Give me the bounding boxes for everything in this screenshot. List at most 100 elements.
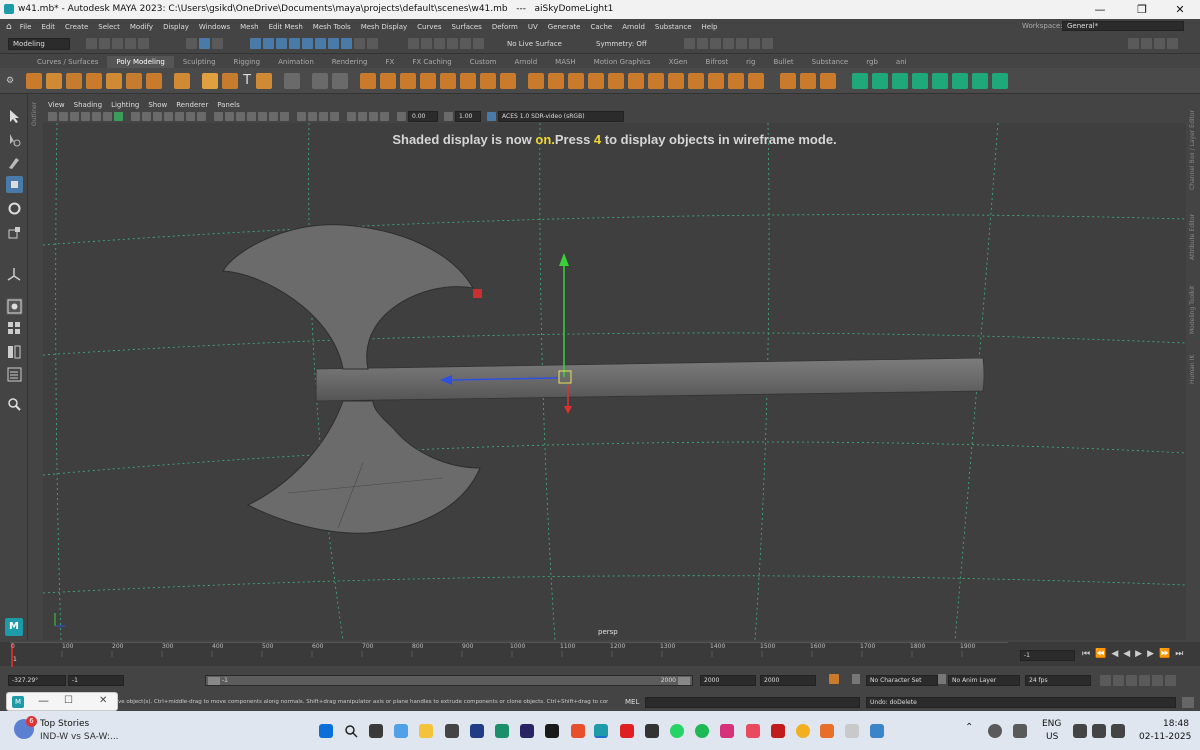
maximize-button[interactable]: ❐ xyxy=(1122,0,1162,19)
multi-cut-icon[interactable] xyxy=(528,72,545,89)
location-icon[interactable] xyxy=(1013,724,1027,738)
redo-icon[interactable] xyxy=(138,38,149,49)
snap-curve-icon[interactable] xyxy=(421,38,432,49)
menu-mesh-tools[interactable]: Mesh Tools xyxy=(313,23,351,31)
exposure-icon[interactable] xyxy=(397,112,406,121)
shelf-tab-rendering[interactable]: Rendering xyxy=(323,56,377,68)
capcut-icon[interactable] xyxy=(545,724,559,738)
adobe-app-icon[interactable] xyxy=(746,724,760,738)
shelf-tab-ani[interactable]: ani xyxy=(887,56,916,68)
mute-icon[interactable] xyxy=(1139,675,1150,686)
make-live-icon[interactable] xyxy=(473,38,484,49)
menu-help[interactable]: Help xyxy=(702,23,718,31)
separate-icon[interactable] xyxy=(312,72,329,89)
select-object-icon[interactable] xyxy=(199,38,210,49)
gamma-icon[interactable] xyxy=(444,112,453,121)
play-forwards-icon[interactable]: ▶ xyxy=(1135,649,1142,659)
poly-type-icon[interactable]: T xyxy=(243,73,251,88)
platonic-solid-icon[interactable] xyxy=(174,72,191,89)
new-scene-icon[interactable] xyxy=(86,38,97,49)
shadows-icon[interactable] xyxy=(280,112,289,121)
animation-end-field[interactable]: 2000 xyxy=(760,675,816,686)
viewport-scene[interactable] xyxy=(43,123,1186,640)
menu-surfaces[interactable]: Surfaces xyxy=(451,23,481,31)
attribute-editor-tab[interactable]: Attribute Editor xyxy=(1189,214,1196,260)
xray-icon[interactable] xyxy=(358,112,367,121)
menu-edit[interactable]: Edit xyxy=(41,23,55,31)
powerpoint-icon[interactable] xyxy=(571,724,585,738)
poly-plane-icon[interactable] xyxy=(126,72,143,89)
poly-torus-icon[interactable] xyxy=(106,72,123,89)
mask-handles-icon[interactable] xyxy=(250,38,261,49)
wifi-icon[interactable] xyxy=(1073,724,1087,738)
character-set-dropdown[interactable]: No Character Set xyxy=(866,675,938,686)
select-component-icon[interactable] xyxy=(212,38,223,49)
shelf-tab-rgb[interactable]: rgb xyxy=(857,56,887,68)
menu-mesh[interactable]: Mesh xyxy=(240,23,258,31)
clock-time[interactable]: 18:48 xyxy=(1163,719,1189,729)
shelf-tab-animation[interactable]: Animation xyxy=(269,56,323,68)
zoom-view-icon[interactable] xyxy=(6,396,23,413)
circularize-icon[interactable] xyxy=(748,72,765,89)
panel-menu-panels[interactable]: Panels xyxy=(217,101,240,109)
grease-pencil-icon[interactable] xyxy=(114,112,123,121)
range-slider-end-handle[interactable] xyxy=(678,677,690,685)
time-slider[interactable]: 0 100 200 300 400 500 600 700 800 900 10… xyxy=(0,642,1200,667)
start-time-field[interactable]: -327.29° xyxy=(8,675,66,686)
render-frame-icon[interactable] xyxy=(684,38,695,49)
svg-icon[interactable] xyxy=(256,72,273,89)
snap-view-plane-icon[interactable] xyxy=(460,38,471,49)
exposure-field[interactable]: 0.00 xyxy=(408,111,438,122)
attribute-editor-icon[interactable] xyxy=(1141,38,1152,49)
bevel-icon[interactable] xyxy=(400,72,417,89)
poly-cube-icon[interactable] xyxy=(46,72,63,89)
shelf-tab-poly-modeling[interactable]: Poly Modeling xyxy=(107,56,174,68)
poly-disc-icon[interactable] xyxy=(146,72,163,89)
mask-curves-icon[interactable] xyxy=(276,38,287,49)
menu-substance[interactable]: Substance xyxy=(655,23,692,31)
xray-active-icon[interactable] xyxy=(369,112,378,121)
tool-settings-icon[interactable] xyxy=(1154,38,1165,49)
close-button[interactable]: ✕ xyxy=(1160,0,1200,19)
windows-start-icon[interactable] xyxy=(319,724,333,738)
panel-menu-view[interactable]: View xyxy=(48,101,65,109)
image-plane-icon[interactable] xyxy=(92,112,101,121)
playback-start-field[interactable]: -1 xyxy=(68,675,124,686)
view-transform-dropdown[interactable]: ACES 1.0 SDR-video (sRGB) xyxy=(498,111,624,122)
spherical-uv-icon[interactable] xyxy=(912,72,929,89)
mask-misc-icon[interactable] xyxy=(341,38,352,49)
automatic-uv-icon[interactable] xyxy=(872,72,889,89)
app-icon-orange[interactable] xyxy=(820,724,834,738)
shelf-tab-fx-caching[interactable]: FX Caching xyxy=(403,56,460,68)
menu-edit-mesh[interactable]: Edit Mesh xyxy=(269,23,303,31)
playback-end-field[interactable]: 2000 xyxy=(700,675,756,686)
after-effects-icon[interactable] xyxy=(520,724,534,738)
arnold-render-icon[interactable] xyxy=(749,38,760,49)
shelf-tab-xgen[interactable]: XGen xyxy=(660,56,697,68)
shelf-tab-substance[interactable]: Substance xyxy=(803,56,858,68)
file-explorer-icon[interactable] xyxy=(419,724,433,738)
menu-generate[interactable]: Generate xyxy=(548,23,581,31)
combine-icon[interactable] xyxy=(284,72,301,89)
menu-select[interactable]: Select xyxy=(98,23,120,31)
sound-icon[interactable] xyxy=(1113,675,1124,686)
paint-select-tool-icon[interactable] xyxy=(6,154,23,171)
cached-playback-icon[interactable] xyxy=(1126,675,1137,686)
wireframe-on-shaded-icon[interactable] xyxy=(247,112,256,121)
pause-render-icon[interactable] xyxy=(762,38,773,49)
connect-icon[interactable] xyxy=(568,72,585,89)
merge-icon[interactable] xyxy=(648,72,665,89)
target-weld-icon[interactable] xyxy=(548,72,565,89)
panel-menu-lighting[interactable]: Lighting xyxy=(111,101,139,109)
menu-curves[interactable]: Curves xyxy=(417,23,441,31)
battery-icon[interactable] xyxy=(1111,724,1125,738)
shelf-tab-custom[interactable]: Custom xyxy=(461,56,506,68)
range-slider-start-handle[interactable] xyxy=(208,677,220,685)
camera-uv-icon[interactable] xyxy=(932,72,949,89)
bookmarks-icon[interactable] xyxy=(81,112,90,121)
gate-mask-icon[interactable] xyxy=(164,112,173,121)
mask-joints-icon[interactable] xyxy=(263,38,274,49)
news-title[interactable]: Top Stories xyxy=(40,719,89,729)
hypershade-icon[interactable] xyxy=(723,38,734,49)
depth-of-field-icon[interactable] xyxy=(330,112,339,121)
